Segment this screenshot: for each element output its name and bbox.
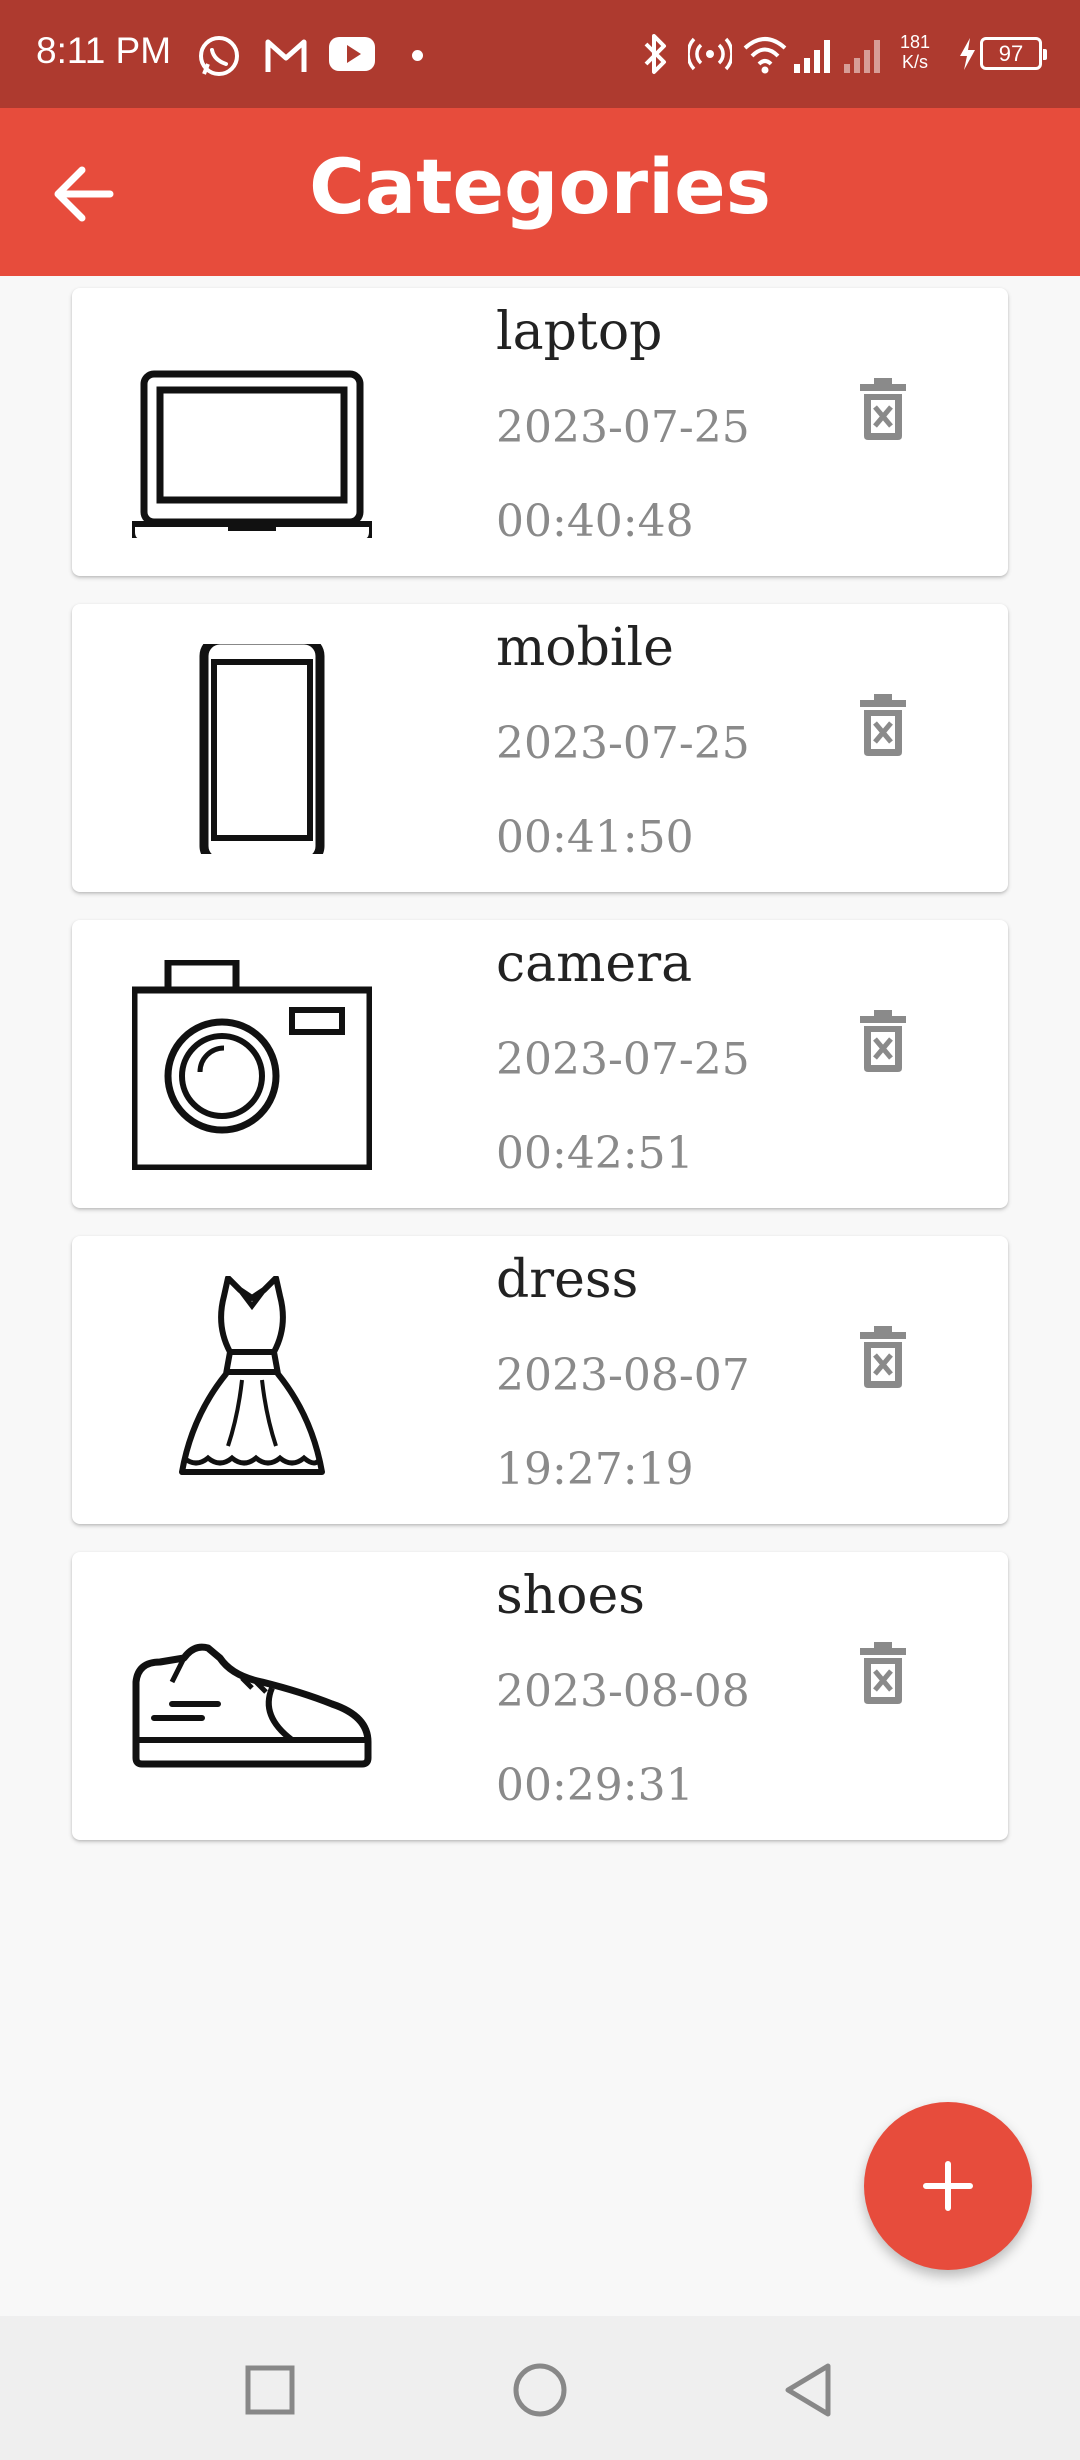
wifi-icon bbox=[743, 37, 787, 74]
category-card-laptop[interactable]: laptop 2023-07-25 00:40:48 bbox=[72, 288, 1008, 576]
notification-dot bbox=[412, 50, 423, 61]
category-date: 2023-07-25 bbox=[496, 1034, 750, 1085]
delete-icon[interactable] bbox=[858, 1642, 908, 1706]
category-date: 2023-07-25 bbox=[496, 718, 750, 769]
battery-icon: 97 bbox=[980, 37, 1047, 70]
delete-icon[interactable] bbox=[858, 1326, 908, 1390]
net-speed-unit: K/s bbox=[902, 52, 929, 72]
category-date: 2023-08-08 bbox=[496, 1666, 750, 1717]
camera-icon bbox=[132, 960, 372, 1170]
charging-icon bbox=[960, 38, 975, 70]
whatsapp-icon bbox=[199, 36, 239, 76]
category-date: 2023-07-25 bbox=[496, 402, 750, 453]
category-card-dress[interactable]: dress 2023-08-07 19:27:19 bbox=[72, 1236, 1008, 1524]
category-name: camera bbox=[496, 934, 693, 994]
category-name: dress bbox=[496, 1250, 639, 1310]
category-card-camera[interactable]: camera 2023-07-25 00:42:51 bbox=[72, 920, 1008, 1208]
signal-icon-2 bbox=[844, 40, 880, 73]
category-card-shoes[interactable]: shoes 2023-08-08 00:29:31 bbox=[72, 1552, 1008, 1840]
recents-square-icon[interactable] bbox=[240, 2360, 300, 2420]
plus-icon bbox=[923, 2161, 973, 2211]
status-bar: 8:11 PM 181 K/s 97 bbox=[0, 0, 1080, 108]
mobile-icon bbox=[199, 644, 325, 854]
bluetooth-icon bbox=[644, 34, 666, 74]
hotspot-icon bbox=[688, 37, 732, 71]
home-circle-icon[interactable] bbox=[510, 2360, 570, 2420]
category-name: laptop bbox=[496, 302, 663, 362]
delete-icon[interactable] bbox=[858, 694, 908, 758]
category-time: 00:41:50 bbox=[496, 812, 694, 863]
page-title: Categories bbox=[309, 142, 771, 231]
dress-icon bbox=[179, 1276, 325, 1475]
status-time: 8:11 PM bbox=[36, 30, 172, 71]
add-category-button[interactable] bbox=[864, 2102, 1032, 2270]
category-name: mobile bbox=[496, 618, 674, 678]
category-date: 2023-08-07 bbox=[496, 1350, 750, 1401]
navigation-bar bbox=[0, 2316, 1080, 2460]
back-triangle-icon[interactable] bbox=[780, 2360, 840, 2420]
category-time: 19:27:19 bbox=[496, 1444, 694, 1495]
category-card-mobile[interactable]: mobile 2023-07-25 00:41:50 bbox=[72, 604, 1008, 892]
sneaker-icon bbox=[132, 1643, 372, 1768]
category-name: shoes bbox=[496, 1566, 645, 1626]
gmail-icon bbox=[265, 39, 307, 72]
net-speed: 181 K/s bbox=[900, 32, 930, 72]
youtube-icon bbox=[329, 37, 375, 71]
category-time: 00:42:51 bbox=[496, 1128, 694, 1179]
signal-icon bbox=[794, 40, 830, 73]
category-time: 00:29:31 bbox=[496, 1760, 694, 1811]
laptop-icon bbox=[132, 370, 372, 538]
app-bar: Categories bbox=[0, 108, 1080, 276]
net-speed-value: 181 bbox=[900, 32, 931, 52]
delete-icon[interactable] bbox=[858, 1010, 908, 1074]
category-time: 00:40:48 bbox=[496, 496, 694, 547]
delete-icon[interactable] bbox=[858, 378, 908, 442]
